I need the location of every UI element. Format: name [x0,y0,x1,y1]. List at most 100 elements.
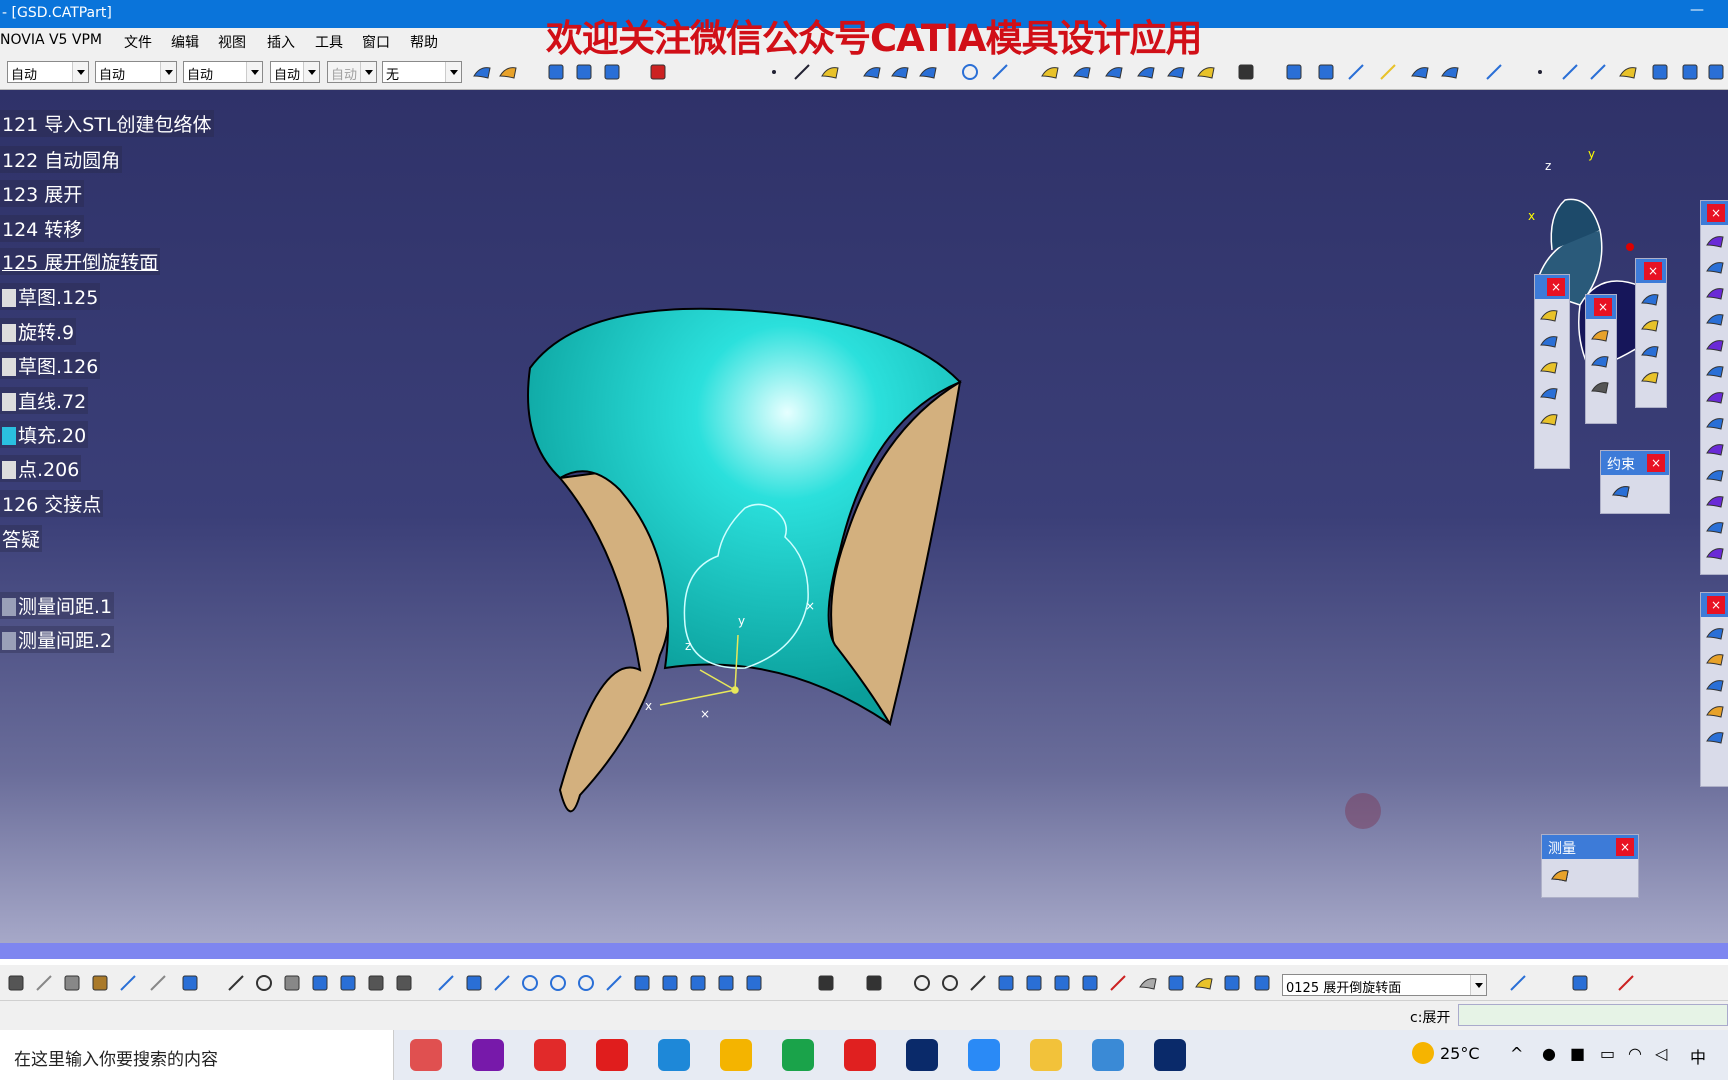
edge-a-icon[interactable] [1705,231,1725,251]
formula-icon[interactable] [226,973,246,993]
update-icon[interactable] [816,973,836,993]
baidu-netdisk-icon[interactable] [968,1039,1000,1071]
analysis-icon[interactable] [1194,973,1214,993]
catia-icon[interactable] [906,1039,938,1071]
close-icon[interactable]: × [1616,838,1634,856]
point2-icon[interactable] [1530,62,1550,82]
app-tray-icon[interactable]: ■ [1570,1044,1585,1063]
grid2-icon[interactable] [1024,973,1044,993]
menu-item-window[interactable]: 窗口 [362,32,390,52]
catalog-icon[interactable] [648,62,668,82]
fill-icon[interactable] [1040,62,1060,82]
table-icon[interactable] [310,973,330,993]
edge-f-icon[interactable] [1705,361,1725,381]
revolve-icon[interactable] [890,62,910,82]
tb-surface-d-icon[interactable] [1539,409,1559,429]
app-icon-12[interactable] [1092,1039,1124,1071]
macro-icon[interactable] [394,973,414,993]
3d-viewport[interactable]: 121 导入STL创建包络体 122 自动圆角 123 展开 124 转移 125 展开… [0,90,1728,943]
blend-icon[interactable] [1104,62,1124,82]
bar-icon[interactable] [1222,973,1242,993]
close-icon[interactable]: × [1647,454,1665,472]
edge-e-icon[interactable] [1705,335,1725,355]
lock-icon[interactable] [366,973,386,993]
whats-this-icon[interactable] [180,973,200,993]
close-icon[interactable]: × [1547,278,1565,296]
edge2-c-icon[interactable] [1705,675,1725,695]
spell-icon[interactable] [1508,973,1528,993]
menu-item-insert[interactable]: 插入 [267,32,295,52]
tb-op-d-icon[interactable] [1640,367,1660,387]
swap-icon[interactable] [744,973,764,993]
command-input[interactable] [1458,1004,1728,1026]
menu-item-view[interactable]: 视图 [218,32,246,52]
edge-j-icon[interactable] [1705,465,1725,485]
tb-op-b-icon[interactable] [1640,315,1660,335]
app-icon-1[interactable] [410,1039,442,1071]
sweep-icon[interactable] [918,62,938,82]
close-icon[interactable]: × [1707,596,1725,614]
arc-icon[interactable] [1588,62,1608,82]
measure-icon[interactable] [1236,62,1256,82]
transparency-combo[interactable]: 自动 [95,61,177,83]
view3-icon[interactable] [1706,62,1726,82]
ime-indicator[interactable]: 中 [1690,1044,1706,1068]
close-icon[interactable]: × [1707,204,1725,222]
extract-icon[interactable] [1618,62,1638,82]
close-icon[interactable]: × [1594,298,1612,316]
hierarchy-icon[interactable] [1166,973,1186,993]
tb-sketch-a-icon[interactable] [1590,325,1610,345]
tb-op-a-icon[interactable] [1640,289,1660,309]
wifi-icon[interactable]: ◠ [1628,1044,1642,1063]
knowledge-icon[interactable] [282,973,302,993]
line-type-combo[interactable]: 自动 [270,61,320,83]
tb-circle-icon[interactable] [1539,357,1559,377]
paint-brush-icon[interactable] [472,62,492,82]
extrude-icon[interactable] [862,62,882,82]
axis-icon[interactable] [1484,62,1504,82]
print-icon[interactable] [6,973,26,993]
trim-icon[interactable] [1440,62,1460,82]
close-icon[interactable]: × [1644,262,1662,280]
cylinder-icon[interactable] [1052,973,1072,993]
comment-icon[interactable] [254,973,274,993]
edge-h-icon[interactable] [1705,413,1725,433]
project-icon[interactable] [1316,62,1336,82]
circle-icon[interactable] [960,62,980,82]
layer-icon[interactable] [1252,973,1272,993]
undo-icon[interactable] [118,973,138,993]
taskbar-search[interactable]: 在这里输入你要搜索的内容 [0,1030,394,1080]
edge-c-icon[interactable] [1705,283,1725,303]
constraint-fix-icon[interactable] [1611,481,1631,501]
repeat-icon[interactable] [996,973,1016,993]
zoom-out-icon[interactable] [576,973,596,993]
menu-item-help[interactable]: 帮助 [410,32,438,52]
menu-item-tools[interactable]: 工具 [315,32,343,52]
line-icon[interactable] [792,62,812,82]
point-type-combo[interactable]: 自动 [327,61,377,83]
edge-icon[interactable] [658,1039,690,1071]
xmind-icon[interactable] [844,1039,876,1071]
hide-show-icon[interactable] [716,973,736,993]
tb-sketch-b-icon[interactable] [1590,351,1610,371]
chrome-icon[interactable] [720,1039,752,1071]
edge-b-icon[interactable] [1705,257,1725,277]
grid-icon[interactable] [1284,62,1304,82]
fly-icon[interactable] [436,973,456,993]
edge-g-icon[interactable] [1705,387,1725,407]
edge-i-icon[interactable] [1705,439,1725,459]
menu-item-file[interactable]: 文件 [124,32,152,52]
temperature-text[interactable]: 25°C [1440,1044,1480,1063]
color-combo[interactable]: 自动 [7,61,89,83]
catia-icon[interactable] [1154,1039,1186,1071]
spline-icon[interactable] [990,62,1010,82]
layer-combo[interactable]: 无 [382,61,462,83]
tb-sketch-c-icon[interactable] [1590,377,1610,397]
onenote-icon[interactable] [472,1039,504,1071]
current-body-combo[interactable]: 0125 展开倒旋转面 [1282,974,1487,996]
copy-icon[interactable] [62,973,82,993]
minimize-button[interactable]: — [1690,2,1704,18]
capture-icon[interactable] [864,973,884,993]
tb-surface-a-icon[interactable] [1539,305,1559,325]
snap-icon[interactable] [1108,973,1128,993]
